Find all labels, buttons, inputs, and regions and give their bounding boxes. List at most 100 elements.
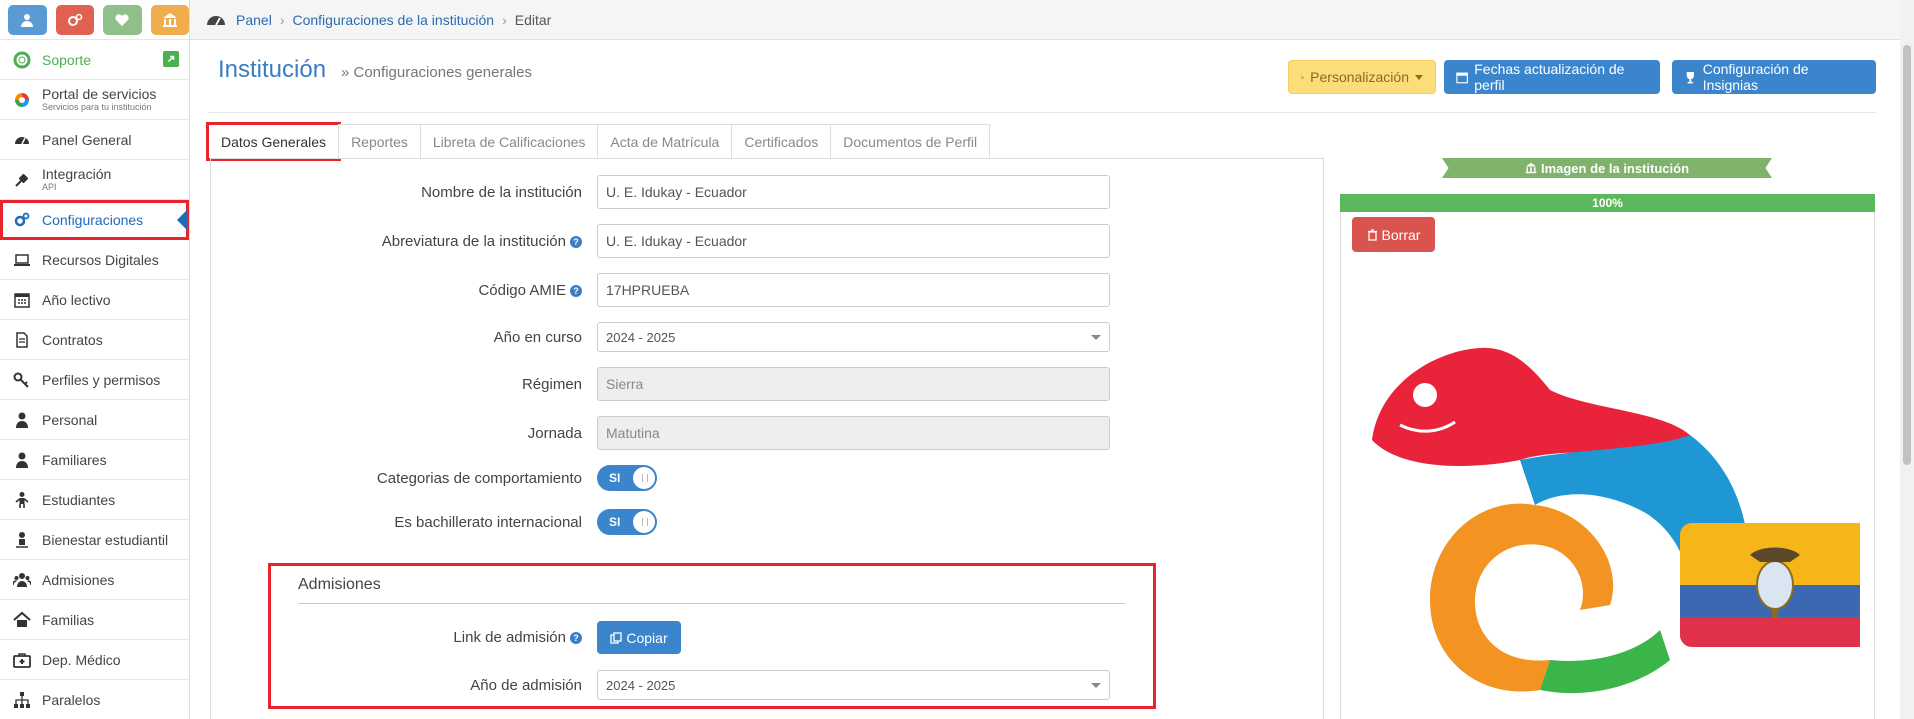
sidebar-item-recursos[interactable]: Recursos Digitales <box>0 240 189 280</box>
sidebar: Soporte Portal de servicios Servicios par… <box>0 0 190 719</box>
sidebar-item-familias[interactable]: Familias <box>0 600 189 640</box>
lifering-icon <box>12 50 32 70</box>
sidebar-item-dep-medico[interactable]: Dep. Médico <box>0 640 189 680</box>
breadcrumb-separator: › <box>279 11 285 28</box>
help-icon[interactable]: ? <box>570 235 582 248</box>
sidebar-item-familiares[interactable]: Familiares <box>0 440 189 480</box>
quick-bank-button[interactable] <box>150 4 189 35</box>
anio-admision-select[interactable]: 2024 - 2025 <box>597 670 1110 700</box>
breadcrumb-panel-link[interactable]: Panel <box>236 12 272 28</box>
tab-acta-matricula[interactable]: Acta de Matrícula <box>597 124 733 159</box>
sidebar-item-label: Configuraciones <box>42 211 144 228</box>
sidebar-item-label: Recursos Digitales <box>42 251 159 268</box>
nombre-input[interactable]: U. E. Idukay - Ecuador <box>597 175 1110 209</box>
copy-icon <box>610 631 623 644</box>
tab-certificados[interactable]: Certificados <box>731 124 832 159</box>
home-icon <box>12 610 32 630</box>
users-icon <box>12 570 32 590</box>
form-row-categorias: Categorias de comportamiento SI <box>210 465 657 491</box>
sidebar-item-paralelos[interactable]: Paralelos <box>0 680 189 719</box>
configuracion-insignias-button[interactable]: Configuración de Insignias <box>1672 60 1876 94</box>
sidebar-item-label: Familias <box>42 611 95 628</box>
sidebar-item-label: Contratos <box>42 331 103 348</box>
laptop-icon <box>12 250 32 270</box>
categorias-toggle[interactable]: SI <box>597 465 657 491</box>
user-pin-icon <box>12 530 32 550</box>
insignias-label: Configuración de Insignias <box>1702 61 1809 93</box>
cogs-icon <box>12 210 32 230</box>
sidebar-item-label: Año lectivo <box>42 291 111 308</box>
toggle-label: SI <box>609 515 621 529</box>
amie-label: Código AMIE <box>478 281 566 299</box>
sidebar-item-perfiles[interactable]: Perfiles y permisos <box>0 360 189 400</box>
sidebar-item-bienestar[interactable]: Bienestar estudiantil <box>0 520 189 560</box>
bank-icon <box>162 12 177 27</box>
scrollbar-thumb[interactable] <box>1903 45 1911 465</box>
anio-select[interactable]: 2024 - 2025 <box>597 322 1110 352</box>
quick-user-button[interactable] <box>8 4 47 35</box>
sidebar-item-contratos[interactable]: Contratos <box>0 320 189 360</box>
breadcrumb-separator: › <box>502 11 507 28</box>
form-row-jornada: Jornada Matutina <box>210 416 1110 450</box>
abreviatura-input[interactable]: U. E. Idukay - Ecuador <box>597 224 1110 258</box>
bachillerato-toggle[interactable]: SI <box>597 509 657 535</box>
fechas-label: Fechas actualización de perfil <box>1474 61 1625 93</box>
external-link-icon[interactable] <box>163 51 179 67</box>
regimen-input: Sierra <box>597 367 1110 401</box>
header-divider <box>208 112 1876 113</box>
personalizacion-dropdown-button[interactable]: Personalización <box>1288 60 1436 94</box>
quick-heart-button[interactable] <box>103 4 142 35</box>
tab-documentos-perfil[interactable]: Documentos de Perfil <box>830 124 991 159</box>
imagen-institucion-ribbon: Imagen de la institución <box>1442 158 1772 178</box>
nombre-label: Nombre de la institución <box>421 183 582 201</box>
form-row-regimen: Régimen Sierra <box>210 367 1110 401</box>
help-icon[interactable]: ? <box>570 632 582 644</box>
trash-icon <box>1367 228 1377 241</box>
regimen-label: Régimen <box>521 375 582 393</box>
sidebar-item-configuraciones[interactable]: Configuraciones <box>0 200 189 240</box>
sidebar-item-label: Admisiones <box>42 571 115 588</box>
quick-gears-button[interactable] <box>55 4 94 35</box>
anio-label: Año en curso <box>493 328 582 346</box>
sidebar-item-label: Portal de servicios <box>42 86 157 102</box>
copy-link-button[interactable]: Copiar <box>597 621 681 654</box>
sidebar-item-label: Personal <box>42 411 98 428</box>
admisiones-title: Admisiones <box>298 576 381 593</box>
anio-admision-label: Año de admisión <box>470 676 582 694</box>
caret-down-icon <box>1091 334 1101 340</box>
sidebar-item-portal[interactable]: Portal de servicios Servicios para tu ins… <box>0 80 189 120</box>
sidebar-item-anio-lectivo[interactable]: Año lectivo <box>0 280 189 320</box>
sidebar-item-panel-general[interactable]: Panel General <box>0 120 189 160</box>
tab-datos-generales[interactable]: Datos Generales <box>205 122 342 161</box>
tab-reportes[interactable]: Reportes <box>338 124 421 159</box>
fechas-actualizacion-button[interactable]: Fechas actualización de perfil <box>1444 60 1660 94</box>
child-icon <box>12 490 32 510</box>
bachillerato-label: Es bachillerato internacional <box>394 513 582 531</box>
institution-logo-image <box>1372 347 1860 694</box>
quick-bar <box>0 0 189 40</box>
amie-input[interactable]: 17HPRUEBA <box>597 273 1110 307</box>
medkit-icon <box>12 650 32 670</box>
vertical-scrollbar[interactable] <box>1900 0 1914 719</box>
tab-libreta[interactable]: Libreta de Calificaciones <box>419 124 599 159</box>
dashboard-icon <box>207 15 225 25</box>
sidebar-item-integracion[interactable]: Integración API <box>0 160 189 200</box>
sidebar-item-label: Familiares <box>42 451 107 468</box>
sidebar-item-estudiantes[interactable]: Estudiantes <box>0 480 189 520</box>
toggle-label: SI <box>609 471 621 485</box>
categorias-label: Categorias de comportamiento <box>376 469 582 487</box>
link-admision-label: Link de admisión <box>453 629 566 646</box>
sidebar-item-admisiones[interactable]: Admisiones <box>0 560 189 600</box>
delete-image-button[interactable]: Borrar <box>1352 217 1435 252</box>
sidebar-item-soporte[interactable]: Soporte <box>0 40 189 80</box>
sidebar-item-label: Paralelos <box>42 691 101 708</box>
plug-icon <box>12 170 32 190</box>
sidebar-item-personal[interactable]: Personal <box>0 400 189 440</box>
copy-label: Copiar <box>626 629 668 646</box>
help-icon[interactable]: ? <box>570 284 582 297</box>
sidebar-item-label: Soporte <box>42 51 92 68</box>
form-row-nombre: Nombre de la institución U. E. Idukay - … <box>210 175 1110 209</box>
edit-icon <box>1301 75 1304 79</box>
breadcrumb-config-link[interactable]: Configuraciones de la institución <box>292 12 494 28</box>
dashboard-icon <box>12 130 32 150</box>
